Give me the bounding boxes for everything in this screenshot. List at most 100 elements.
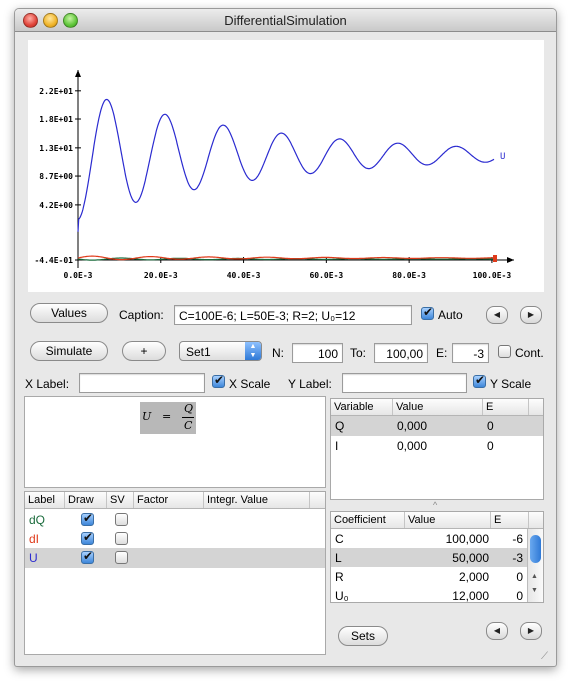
coef-header-coefficient[interactable]: Coefficient: [331, 512, 405, 528]
caption-label: Caption:: [119, 308, 164, 322]
e-field[interactable]: -3: [452, 343, 489, 363]
x-tick-label: 40.0E-3: [227, 271, 261, 280]
var-header-value[interactable]: Value: [393, 399, 483, 415]
caption-field[interactable]: C=100E-6; L=50E-3; R=2; U₀=12: [174, 305, 412, 325]
y-scale-checkbox[interactable]: [473, 373, 486, 388]
x-scale-checkbox[interactable]: [212, 373, 225, 388]
bottom-prev-arrow-button[interactable]: ◀: [486, 622, 508, 640]
y-tick-label: 8.7E+00: [39, 172, 73, 181]
set-select-value: Set1: [186, 345, 211, 359]
series-table: Label Draw SV Factor Integr. Value dQ dI…: [24, 491, 326, 655]
y-tick-label: 1.8E+01: [39, 115, 73, 124]
auto-label: Auto: [438, 308, 463, 322]
to-field[interactable]: 100,00: [374, 343, 428, 363]
coefficient-e-l: -3: [512, 551, 523, 565]
triangle-left-icon: ◀: [493, 626, 501, 635]
coefficient-value-l: 50,000: [452, 551, 489, 565]
cont-label: Cont.: [515, 346, 544, 360]
coefficient-row-c[interactable]: C 100,000 -6: [331, 529, 543, 548]
series-label-dq: dQ: [29, 513, 46, 527]
series-header-draw[interactable]: Draw: [65, 492, 107, 508]
scroll-down-icon[interactable]: ▼: [531, 587, 538, 594]
coefficient-e-c: -6: [512, 532, 523, 546]
triangle-right-icon: ▶: [527, 626, 535, 635]
y-scale-label: Y Scale: [490, 377, 532, 391]
coefficients-table-header: Coefficient Value E: [331, 512, 543, 529]
x-label-field[interactable]: [79, 373, 205, 393]
scroll-thumb[interactable]: [530, 535, 541, 563]
sv-checkbox-u[interactable]: [115, 551, 128, 564]
chart-svg: 2.2E+01 1.8E+01 1.3E+01 8.7E+00 4.2E+00 -4.4E…: [34, 70, 514, 280]
coefficient-e-u0: 0: [516, 589, 523, 602]
formula-denominator: C: [184, 419, 193, 432]
add-button[interactable]: +: [122, 341, 166, 361]
coefficient-e-r: 0: [516, 570, 523, 584]
coefficient-row-u0[interactable]: U₀ 12,000 0: [331, 586, 543, 602]
var-header-variable[interactable]: Variable: [331, 399, 393, 415]
y-label-label: Y Label:: [288, 377, 332, 391]
coefficient-name-c: C: [335, 532, 344, 546]
coef-header-value[interactable]: Value: [405, 512, 491, 528]
x-label-label: X Label:: [25, 377, 70, 391]
series-header-label[interactable]: Label: [25, 492, 65, 508]
plot-area: 2.2E+01 1.8E+01 1.3E+01 8.7E+00 4.2E+00 -4.4E…: [28, 40, 544, 292]
coefficient-row-l[interactable]: L 50,000 -3: [331, 548, 528, 567]
coefficient-value-c: 100,000: [445, 532, 489, 546]
series-row-di[interactable]: dI: [25, 529, 325, 549]
series-header-sv[interactable]: SV: [107, 492, 134, 508]
variable-e-q: 0: [487, 419, 494, 433]
x-tick-label: 20.0E-3: [144, 271, 178, 280]
coef-header-e[interactable]: E: [491, 512, 529, 528]
bottom-next-arrow-button[interactable]: ▶: [520, 622, 542, 640]
series-row-dq[interactable]: dQ: [25, 510, 325, 530]
series-end-marker: [493, 255, 497, 262]
y-tick-label: 2.2E+01: [39, 87, 73, 96]
resize-grip-icon[interactable]: ⟋: [541, 651, 548, 662]
x-tick-label: 80.0E-3: [392, 271, 426, 280]
n-field[interactable]: 100: [292, 343, 343, 363]
variable-row-q[interactable]: Q 0,000 0: [331, 416, 543, 436]
variable-row-i[interactable]: I 0,000 0: [331, 436, 543, 456]
x-tick-label: 0.0E-3: [64, 271, 93, 280]
scroll-up-icon[interactable]: ▲: [531, 573, 538, 580]
next-arrow-button[interactable]: ▶: [520, 306, 542, 324]
series-u-line: [77, 98, 495, 232]
triangle-left-icon: ◀: [493, 310, 501, 319]
fraction-bar: [182, 417, 194, 418]
series-header-integr[interactable]: Integr. Value: [204, 492, 310, 508]
series-row-u[interactable]: U: [25, 548, 325, 568]
series-header-factor[interactable]: Factor: [134, 492, 204, 508]
cont-checkbox[interactable]: [498, 345, 511, 358]
formula-equals: =: [162, 410, 172, 423]
formula-numerator: Q: [184, 402, 194, 415]
coefficient-name-u0: U₀: [335, 589, 349, 602]
var-header-e[interactable]: E: [483, 399, 529, 415]
splitter-handle-icon[interactable]: ^: [433, 500, 437, 510]
simulate-button[interactable]: Simulate: [30, 341, 108, 361]
variable-value-q: 0,000: [397, 419, 428, 433]
coefficient-row-r[interactable]: R 2,000 0: [331, 567, 543, 586]
prev-arrow-button[interactable]: ◀: [486, 306, 508, 324]
draw-checkbox-di[interactable]: [81, 530, 94, 545]
variables-table: Variable Value E Q 0,000 0 I 0,000 0: [330, 398, 544, 500]
values-button[interactable]: Values: [30, 303, 108, 323]
formula-lhs: U: [142, 410, 152, 423]
draw-checkbox-dq[interactable]: [81, 511, 94, 526]
stepper-arrows-icon: ▲ ▼: [245, 342, 261, 360]
sv-checkbox-dq[interactable]: [115, 513, 128, 526]
series-label-di: dI: [29, 532, 40, 546]
e-label: E:: [436, 346, 448, 360]
coefficient-name-r: R: [335, 570, 344, 584]
to-label: To:: [350, 346, 367, 360]
draw-checkbox-u[interactable]: [81, 549, 94, 564]
sets-button[interactable]: Sets: [338, 626, 388, 646]
coefficient-name-l: L: [335, 551, 342, 565]
auto-checkbox[interactable]: [421, 305, 434, 320]
coefficients-scrollbar[interactable]: ▲ ▼: [527, 529, 543, 602]
x-axis-arrow-icon: [507, 257, 514, 263]
sv-checkbox-di[interactable]: [115, 532, 128, 545]
n-label: N:: [272, 346, 284, 360]
triangle-right-icon: ▶: [527, 310, 535, 319]
y-label-field[interactable]: [342, 373, 467, 393]
set-select[interactable]: Set1 ▲ ▼: [179, 341, 262, 361]
